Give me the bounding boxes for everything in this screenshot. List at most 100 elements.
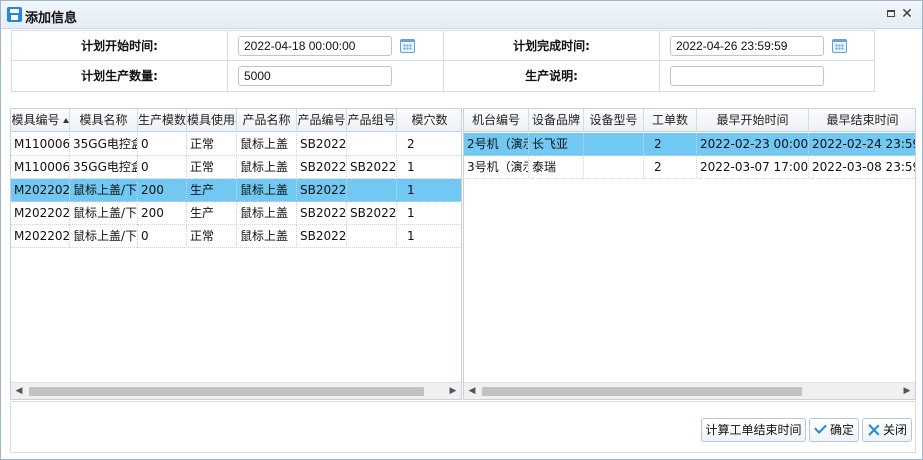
- table-cell: 鼠标上盖: [237, 133, 297, 156]
- scroll-right-icon[interactable]: ▶: [899, 383, 915, 399]
- column-header[interactable]: 产品编号: [297, 109, 347, 132]
- table-cell: 生产: [187, 179, 237, 202]
- plan-end-input[interactable]: 2022-04-26 23:59:59: [670, 36, 847, 56]
- machine-grid-hscrollbar[interactable]: ◀ ▶: [464, 382, 915, 399]
- table-cell: 2号机（演示: [464, 133, 529, 156]
- table-cell: SB20220: [297, 133, 347, 156]
- table-cell: [347, 225, 397, 248]
- plan-start-cell: 2022-04-18 00:00:00: [228, 31, 444, 61]
- table-cell: 2: [397, 133, 461, 156]
- table-cell: 鼠标上盖: [237, 156, 297, 179]
- mold-grid: 模具编号模具名称生产模数模具使用状产品名称产品编号产品组号模穴数 M110006…: [10, 108, 462, 400]
- table-cell: SB20220: [297, 225, 347, 248]
- table-cell: 2022-03-07 17:00:31: [697, 156, 809, 179]
- column-header[interactable]: 模具编号: [11, 109, 70, 132]
- column-header[interactable]: 工单数: [644, 109, 697, 132]
- table-row[interactable]: M2022022鼠标上盖/下盖0正常鼠标上盖SB20220 1: [11, 225, 461, 248]
- table-cell: 1: [397, 225, 461, 248]
- mold-grid-header: 模具编号模具名称生产模数模具使用状产品名称产品编号产品组号模穴数: [11, 109, 461, 132]
- table-cell: 鼠标上盖/下盖: [70, 225, 138, 248]
- table-cell: 35GG电控盒: [70, 156, 138, 179]
- table-cell: M2022022: [11, 225, 70, 248]
- maximize-icon: [887, 10, 895, 17]
- plan-end-label: 计划完成时间:: [444, 31, 660, 61]
- scroll-left-icon[interactable]: ◀: [464, 383, 480, 399]
- column-header[interactable]: 模具使用状: [187, 109, 237, 132]
- scroll-right-icon[interactable]: ▶: [445, 383, 461, 399]
- scroll-left-icon[interactable]: ◀: [11, 383, 27, 399]
- plan-end-cell: 2022-04-26 23:59:59: [660, 31, 874, 61]
- table-cell: [584, 133, 644, 156]
- mold-grid-hscrollbar[interactable]: ◀ ▶: [11, 382, 461, 399]
- plan-end-value: 2022-04-26 23:59:59: [676, 39, 788, 53]
- scroll-thumb[interactable]: [29, 387, 424, 396]
- column-header[interactable]: 产品组号: [347, 109, 397, 132]
- prod-desc-cell: [660, 61, 874, 91]
- column-header[interactable]: 模具名称: [70, 109, 138, 132]
- sort-ascending-icon: [62, 118, 69, 123]
- column-header[interactable]: 最早结束时间: [809, 109, 915, 132]
- dialog-footer: 计算工单结束时间 确定 关闭: [10, 401, 916, 453]
- column-header[interactable]: 机台编号: [464, 109, 529, 132]
- column-header[interactable]: 设备品牌: [529, 109, 584, 132]
- calendar-icon[interactable]: [832, 39, 847, 53]
- close-label: 关闭: [882, 423, 907, 437]
- table-cell: 泰瑞: [529, 156, 584, 179]
- table-cell: 鼠标上盖: [237, 225, 297, 248]
- table-row[interactable]: M11000635GG电控盒0正常鼠标上盖SB20220SB2022(1: [11, 156, 461, 179]
- table-cell: 正常: [187, 133, 237, 156]
- table-cell: 200: [138, 179, 187, 202]
- table-cell: M110006: [11, 156, 70, 179]
- table-cell: SB20220: [297, 202, 347, 225]
- table-cell: 生产: [187, 202, 237, 225]
- table-cell: 正常: [187, 225, 237, 248]
- close-dialog-button[interactable]: 关闭: [862, 418, 912, 442]
- table-cell: [584, 156, 644, 179]
- prod-desc-input[interactable]: [670, 66, 824, 86]
- table-cell: M110006: [11, 133, 70, 156]
- table-cell: 鼠标上盖: [237, 202, 297, 225]
- table-cell: 正常: [187, 156, 237, 179]
- table-cell: [347, 179, 397, 202]
- table-cell: 200: [138, 202, 187, 225]
- column-header[interactable]: 最早开始时间: [697, 109, 809, 132]
- check-icon: [814, 421, 827, 434]
- maximize-button[interactable]: [884, 7, 898, 21]
- table-row[interactable]: 2号机（演示长飞亚 22022-02-23 00:00:002022-02-24 …: [464, 133, 915, 156]
- table-cell: 鼠标上盖: [237, 179, 297, 202]
- table-row[interactable]: M2022022鼠标上盖/下盖200生产鼠标上盖SB20220SB2022(1: [11, 202, 461, 225]
- table-cell: 1: [397, 202, 461, 225]
- plan-form: 计划开始时间: 2022-04-18 00:00:00 计划完成时间: 2022…: [11, 30, 875, 92]
- scroll-thumb[interactable]: [482, 387, 802, 396]
- table-cell: M2022022: [11, 179, 70, 202]
- table-cell: 1: [397, 179, 461, 202]
- table-cell: 0: [138, 133, 187, 156]
- machine-grid-header: 机台编号 设备品牌 设备型号 工单数 最早开始时间 最早结束时间: [464, 109, 915, 132]
- table-cell: 鼠标上盖/下盖: [70, 202, 138, 225]
- table-cell: 3号机（演示: [464, 156, 529, 179]
- confirm-button[interactable]: 确定: [809, 418, 859, 442]
- plan-qty-value: 5000: [244, 69, 271, 83]
- plan-start-value: 2022-04-18 00:00:00: [244, 39, 356, 53]
- table-row[interactable]: M11000635GG电控盒0正常鼠标上盖SB20220 2: [11, 133, 461, 156]
- save-icon: [7, 7, 22, 22]
- close-button[interactable]: ✕: [900, 7, 914, 21]
- prod-desc-label: 生产说明:: [444, 61, 660, 91]
- column-header[interactable]: 生产模数: [138, 109, 187, 132]
- table-cell: SB20220: [297, 179, 347, 202]
- column-header[interactable]: 模穴数: [397, 109, 461, 132]
- column-header[interactable]: 产品名称: [237, 109, 297, 132]
- plan-qty-input[interactable]: 5000: [238, 66, 392, 86]
- table-cell: M2022022: [11, 202, 70, 225]
- plan-start-input[interactable]: 2022-04-18 00:00:00: [238, 36, 415, 56]
- calc-end-time-button[interactable]: 计算工单结束时间: [701, 418, 806, 442]
- form-row-times: 计划开始时间: 2022-04-18 00:00:00 计划完成时间: 2022…: [12, 31, 874, 61]
- table-row[interactable]: M2022022鼠标上盖/下盖200生产鼠标上盖SB20220 1: [11, 179, 461, 202]
- table-cell: 2: [644, 156, 697, 179]
- table-row[interactable]: 3号机（演示泰瑞 22022-03-07 17:00:312022-03-08 2…: [464, 156, 915, 179]
- calendar-icon[interactable]: [400, 39, 415, 53]
- table-cell: [347, 133, 397, 156]
- title-bar[interactable]: 添加信息 ✕: [1, 1, 922, 29]
- column-header[interactable]: 设备型号: [584, 109, 644, 132]
- dialog-window: 添加信息 ✕ 计划开始时间: 2022-04-18 00:00:00 计划完成时…: [0, 0, 923, 460]
